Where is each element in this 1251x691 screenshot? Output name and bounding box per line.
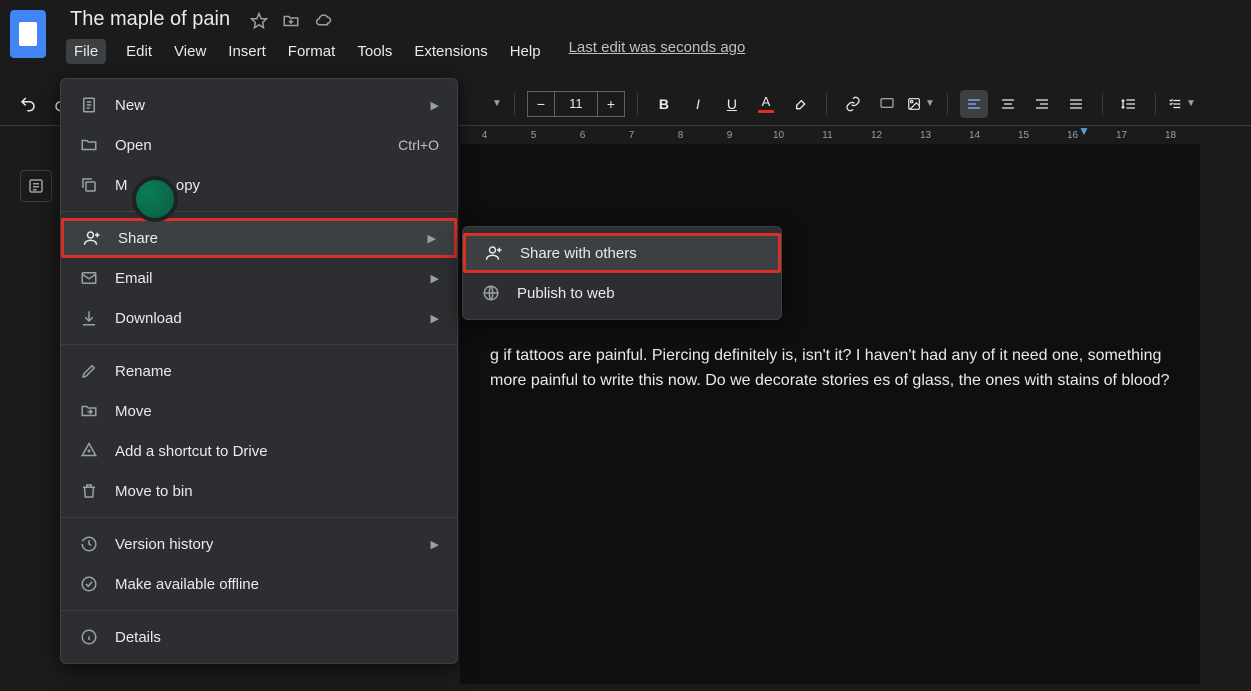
- menu-bar: File Edit View Insert Format Tools Exten…: [66, 39, 1241, 64]
- star-icon[interactable]: [250, 12, 268, 30]
- italic-button[interactable]: I: [684, 90, 712, 118]
- document-body-text: g if tattoos are painful. Piercing defin…: [490, 344, 1170, 394]
- comment-button[interactable]: [873, 90, 901, 118]
- menu-download[interactable]: Download ▶: [61, 298, 457, 338]
- document-page[interactable]: g if tattoos are painful. Piercing defin…: [460, 144, 1200, 684]
- menu-share[interactable]: Share ▶: [61, 218, 457, 258]
- submenu-share-with-others[interactable]: Share with others: [463, 233, 781, 273]
- align-right-button[interactable]: [1028, 90, 1056, 118]
- menu-rename[interactable]: Rename: [61, 351, 457, 391]
- underline-button[interactable]: U: [718, 90, 746, 118]
- menu-offline[interactable]: Make available offline: [61, 564, 457, 604]
- info-icon: [79, 628, 99, 646]
- user-avatar[interactable]: [132, 176, 178, 222]
- docs-logo[interactable]: [10, 10, 46, 58]
- align-justify-button[interactable]: [1062, 90, 1090, 118]
- font-size-increase[interactable]: +: [597, 91, 625, 117]
- menu-email[interactable]: Email ▶: [61, 258, 457, 298]
- highlight-button[interactable]: [786, 90, 814, 118]
- font-size-decrease[interactable]: −: [527, 91, 555, 117]
- menu-details-label: Details: [115, 629, 161, 646]
- align-left-button[interactable]: [960, 90, 988, 118]
- person-add-icon: [82, 229, 102, 247]
- menu-extensions[interactable]: Extensions: [412, 39, 489, 64]
- pencil-icon: [79, 362, 99, 380]
- history-icon: [79, 535, 99, 553]
- copy-icon: [79, 176, 99, 194]
- menu-open-label: Open: [115, 137, 152, 154]
- move-icon: [79, 402, 99, 420]
- folder-icon: [79, 136, 99, 154]
- menu-add-shortcut[interactable]: Add a shortcut to Drive: [61, 431, 457, 471]
- submenu-publish-to-web[interactable]: Publish to web: [463, 273, 781, 313]
- chevron-right-icon: ▶: [431, 99, 439, 112]
- file-menu: New ▶ Open Ctrl+O Make a copy Share ▶ Em…: [60, 78, 458, 664]
- menu-download-label: Download: [115, 310, 182, 327]
- menu-open[interactable]: Open Ctrl+O: [61, 125, 457, 165]
- font-size-value[interactable]: 11: [555, 91, 597, 117]
- menu-tools[interactable]: Tools: [355, 39, 394, 64]
- trash-icon: [79, 482, 99, 500]
- menu-new[interactable]: New ▶: [61, 85, 457, 125]
- font-dropdown-caret-icon[interactable]: ▼: [492, 98, 502, 109]
- ruler-marker-icon[interactable]: ▼: [1078, 124, 1090, 138]
- align-center-button[interactable]: [994, 90, 1022, 118]
- menu-add-shortcut-label: Add a shortcut to Drive: [115, 443, 268, 460]
- menu-new-label: New: [115, 97, 145, 114]
- submenu-publish-label: Publish to web: [517, 285, 615, 302]
- line-spacing-button[interactable]: [1115, 90, 1143, 118]
- globe-icon: [481, 284, 501, 302]
- move-folder-icon[interactable]: [282, 12, 300, 30]
- outline-toggle-button[interactable]: [20, 170, 52, 202]
- menu-make-copy[interactable]: Make a copy: [61, 165, 457, 205]
- menu-edit[interactable]: Edit: [124, 39, 154, 64]
- chevron-right-icon: ▶: [431, 272, 439, 285]
- download-icon: [79, 309, 99, 327]
- drive-shortcut-icon: [79, 442, 99, 460]
- menu-rename-label: Rename: [115, 363, 172, 380]
- chevron-right-icon: ▶: [428, 232, 436, 245]
- menu-view[interactable]: View: [172, 39, 208, 64]
- bold-button[interactable]: B: [650, 90, 678, 118]
- text-color-button[interactable]: A: [752, 90, 780, 118]
- menu-help[interactable]: Help: [508, 39, 543, 64]
- menu-details[interactable]: Details: [61, 617, 457, 657]
- menu-version-history[interactable]: Version history ▶: [61, 524, 457, 564]
- menu-insert[interactable]: Insert: [226, 39, 268, 64]
- menu-move-to-bin[interactable]: Move to bin: [61, 471, 457, 511]
- person-add-icon: [484, 244, 504, 262]
- image-button[interactable]: ▼: [907, 90, 935, 118]
- submenu-share-label: Share with others: [520, 245, 637, 262]
- undo-button[interactable]: [14, 90, 42, 118]
- font-size-control: − 11 +: [527, 91, 625, 117]
- checklist-button[interactable]: ▼: [1168, 90, 1196, 118]
- ruler: 456789101112131415161718: [460, 126, 1251, 144]
- document-icon: [79, 96, 99, 114]
- menu-format[interactable]: Format: [286, 39, 338, 64]
- share-submenu: Share with others Publish to web: [462, 226, 782, 320]
- chevron-right-icon: ▶: [431, 538, 439, 551]
- menu-bin-label: Move to bin: [115, 483, 193, 500]
- chevron-right-icon: ▶: [431, 312, 439, 325]
- menu-email-label: Email: [115, 270, 153, 287]
- check-circle-icon: [79, 575, 99, 593]
- menu-share-label: Share: [118, 230, 158, 247]
- menu-version-label: Version history: [115, 536, 213, 553]
- menu-open-shortcut: Ctrl+O: [398, 137, 439, 153]
- menu-move[interactable]: Move: [61, 391, 457, 431]
- email-icon: [79, 269, 99, 287]
- menu-move-label: Move: [115, 403, 152, 420]
- link-button[interactable]: [839, 90, 867, 118]
- menu-file[interactable]: File: [66, 39, 106, 64]
- document-title[interactable]: The maple of pain: [66, 6, 234, 33]
- menu-offline-label: Make available offline: [115, 576, 259, 593]
- cloud-status-icon[interactable]: [314, 12, 332, 30]
- last-edit-link[interactable]: Last edit was seconds ago: [569, 39, 746, 64]
